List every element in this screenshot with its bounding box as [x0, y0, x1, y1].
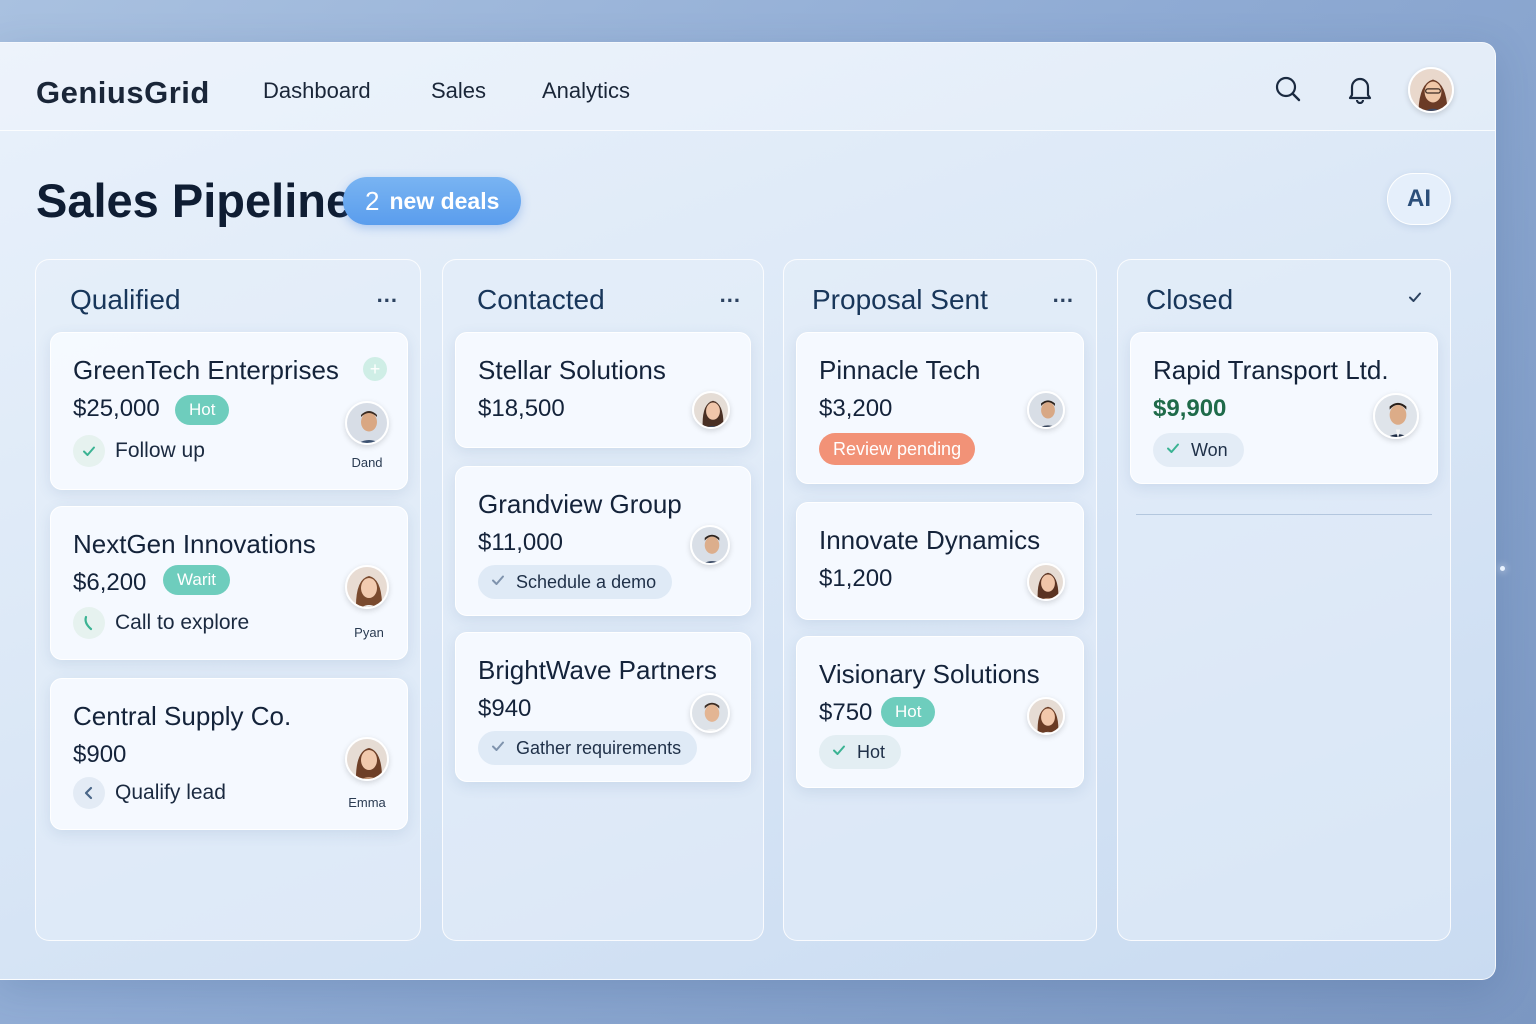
chevron-left-icon	[73, 777, 105, 809]
deal-amount: $940	[478, 695, 532, 722]
next-task[interactable]: Qualify lead	[73, 777, 226, 809]
deal-amount: $3,200	[819, 395, 893, 422]
column-contacted: Contacted ... Stellar Solutions $18,500 …	[442, 259, 764, 941]
status-tag: Hot	[881, 697, 936, 727]
app-logo[interactable]: GeniusGrid	[36, 75, 210, 111]
deal-name: Innovate Dynamics	[819, 525, 1041, 555]
column-title: Contacted	[477, 284, 605, 315]
light-glint	[1500, 566, 1505, 571]
ai-assistant-button[interactable]: AI	[1387, 173, 1451, 225]
top-navigation-bar: GeniusGrid Dashboard Sales Analytics	[0, 43, 1495, 131]
check-icon	[490, 738, 506, 759]
task-label: Gather requirements	[516, 737, 682, 758]
next-task[interactable]: Hot	[819, 735, 902, 769]
owner-avatar	[692, 391, 730, 429]
bell-icon[interactable]	[1344, 73, 1376, 105]
deal-amount: $18,500	[478, 395, 565, 422]
deal-amount: $750	[819, 699, 873, 726]
check-icon	[831, 742, 847, 763]
deal-amount: $25,000	[73, 395, 160, 422]
phone-icon	[73, 607, 105, 639]
deal-amount: $6,200	[73, 569, 147, 596]
deal-name: NextGen Innovations	[73, 529, 316, 559]
column-divider	[1136, 514, 1432, 515]
task-label: Follow up	[115, 439, 205, 462]
column-proposal-sent: Proposal Sent ... Pinnacle Tech $3,200 R…	[783, 259, 1097, 941]
owner-avatar	[1027, 391, 1065, 429]
next-task[interactable]: Gather requirements	[478, 731, 698, 765]
deal-name: Visionary Solutions	[819, 659, 1040, 689]
deal-amount: $9,900	[1153, 395, 1227, 422]
owner-name: Dand	[351, 455, 383, 470]
new-deals-count: 2	[365, 185, 380, 216]
deal-status-won: Won	[1153, 433, 1244, 467]
deal-card-brightwave[interactable]: BrightWave Partners $940 Gather requirem…	[455, 632, 751, 782]
deal-name: Pinnacle Tech	[819, 355, 981, 385]
nav-sales[interactable]: Sales	[431, 78, 486, 104]
deal-card-nextgen[interactable]: NextGen Innovations $6,200 Warit Call to…	[50, 506, 408, 660]
new-deals-label: new deals	[389, 187, 500, 214]
column-title: Qualified	[70, 284, 181, 315]
owner-avatar	[1027, 563, 1065, 601]
owner-avatar	[1373, 393, 1419, 439]
next-task[interactable]: Follow up	[73, 435, 205, 467]
deal-name: Grandview Group	[478, 489, 682, 519]
task-label: Call to explore	[115, 611, 250, 634]
search-icon[interactable]	[1272, 73, 1304, 105]
deal-name: BrightWave Partners	[478, 655, 717, 685]
task-label: Qualify lead	[115, 781, 226, 804]
new-deals-badge[interactable]: 2 new deals	[343, 177, 522, 225]
deal-name: Rapid Transport Ltd.	[1153, 355, 1389, 385]
next-task[interactable]: Call to explore	[73, 607, 249, 639]
user-avatar[interactable]	[1408, 67, 1454, 113]
owner-name: Pyan	[354, 625, 384, 640]
deal-name: Central Supply Co.	[73, 701, 292, 731]
deal-card-rapid-transport[interactable]: Rapid Transport Ltd. $9,900 Won	[1130, 332, 1438, 484]
deal-card-greentech[interactable]: GreenTech Enterprises + $25,000 Hot Foll…	[50, 332, 408, 490]
next-task[interactable]: Schedule a demo	[478, 565, 673, 599]
check-icon[interactable]	[1408, 290, 1422, 309]
deal-card-grandview[interactable]: Grandview Group $11,000 Schedule a demo	[455, 466, 751, 616]
task-label: Schedule a demo	[516, 571, 657, 592]
nav-dashboard[interactable]: Dashboard	[263, 78, 371, 104]
column-title: Proposal Sent	[812, 284, 988, 315]
deal-card-visionary[interactable]: Visionary Solutions $750 Hot Hot	[796, 636, 1084, 788]
owner-avatar	[345, 565, 389, 609]
status-tag: Warit	[163, 565, 231, 595]
more-horizontal-icon[interactable]: ...	[1053, 282, 1074, 308]
add-icon[interactable]: +	[363, 357, 387, 381]
deal-amount: $11,000	[478, 529, 563, 556]
deal-card-innovate[interactable]: Innovate Dynamics $1,200	[796, 502, 1084, 620]
deal-amount: $900	[73, 741, 127, 768]
owner-avatar	[345, 401, 389, 445]
deal-card-central-supply[interactable]: Central Supply Co. $900 Qualify lead Emm…	[50, 678, 408, 830]
check-icon	[490, 572, 506, 593]
status-tag: Hot	[175, 395, 230, 425]
deal-name: Stellar Solutions	[478, 355, 666, 385]
check-icon	[1165, 440, 1181, 461]
deal-card-pinnacle[interactable]: Pinnacle Tech $3,200 Review pending	[796, 332, 1084, 484]
owner-avatar	[345, 737, 389, 781]
more-horizontal-icon[interactable]: ...	[377, 282, 398, 308]
deal-card-stellar[interactable]: Stellar Solutions $18,500	[455, 332, 751, 448]
deal-amount: $1,200	[819, 565, 893, 592]
owner-avatar	[690, 525, 730, 565]
check-icon	[73, 435, 105, 467]
owner-avatar	[1027, 697, 1065, 735]
status-label: Won	[1191, 439, 1228, 460]
column-title: Closed	[1146, 284, 1234, 315]
deal-name: GreenTech Enterprises	[73, 355, 339, 385]
column-closed: Closed Rapid Transport Ltd. $9,900 Won	[1117, 259, 1451, 941]
owner-avatar	[690, 693, 730, 733]
owner-name: Emma	[348, 795, 386, 810]
nav-analytics[interactable]: Analytics	[542, 78, 630, 104]
more-horizontal-icon[interactable]: ...	[720, 282, 741, 308]
column-qualified: Qualified ... GreenTech Enterprises + $2…	[35, 259, 421, 941]
page-title: Sales Pipeline	[36, 174, 353, 227]
app-window: GeniusGrid Dashboard Sales Analytics Sal…	[0, 42, 1496, 980]
status-tag: Review pending	[819, 433, 976, 465]
task-label: Hot	[857, 741, 886, 762]
